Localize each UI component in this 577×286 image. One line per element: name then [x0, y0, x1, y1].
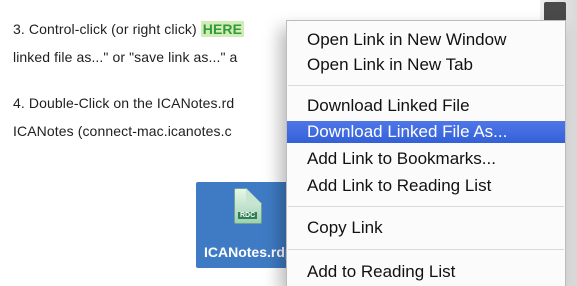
step-3-text: 3. Control-click (or right click): [13, 21, 197, 37]
menu-item-copy-link[interactable]: Copy Link: [287, 217, 565, 239]
menu-item-open-link-new-window[interactable]: Open Link in New Window: [287, 29, 565, 51]
menu-item-add-link-to-bookmarks[interactable]: Add Link to Bookmarks...: [287, 148, 565, 170]
rdc-tag: RDC: [238, 212, 258, 219]
menu-item-download-linked-file[interactable]: Download Linked File: [287, 95, 565, 117]
file-name-label: ICANotes.rdp: [204, 244, 292, 260]
instruction-step-3-continued: linked file as..." or "save link as..." …: [13, 49, 238, 65]
instruction-step-4: 4. Double-Click on the ICANotes.rd: [13, 95, 235, 111]
menu-item-add-to-reading-list[interactable]: Add to Reading List: [287, 261, 565, 283]
instruction-step-4-continued: ICANotes (connect-mac.icanotes.c: [13, 123, 232, 139]
document-icon: RDC: [234, 188, 262, 224]
here-link[interactable]: HERE: [200, 21, 245, 37]
menu-separator: [288, 85, 564, 86]
instruction-step-3: 3. Control-click (or right click) HERE: [13, 21, 245, 37]
menu-separator: [288, 206, 564, 207]
menu-item-add-link-to-reading-list[interactable]: Add Link to Reading List: [287, 175, 565, 197]
menu-item-download-linked-file-as[interactable]: Download Linked File As...: [287, 121, 565, 143]
context-menu: Open Link in New Window Open Link in New…: [286, 20, 566, 286]
menu-item-open-link-new-tab[interactable]: Open Link in New Tab: [287, 54, 565, 76]
menu-separator: [288, 249, 564, 250]
rdp-file-icon[interactable]: RDC ICANotes.rdp: [196, 182, 292, 268]
scrollbar-thumb[interactable]: [544, 2, 566, 22]
